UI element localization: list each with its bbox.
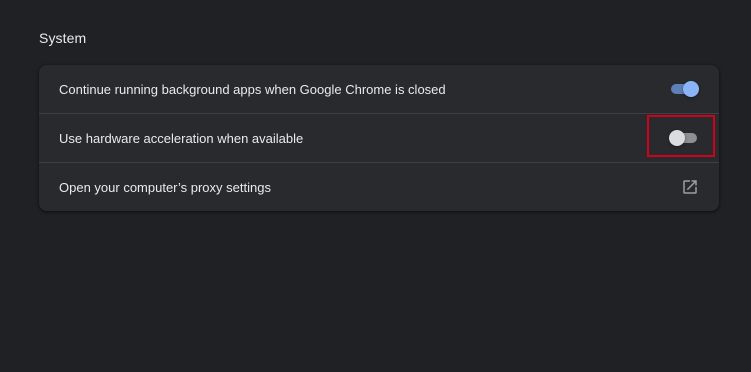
setting-label-background-apps: Continue running background apps when Go… xyxy=(59,81,446,97)
toggle-knob xyxy=(669,130,685,146)
system-settings-card: Continue running background apps when Go… xyxy=(39,65,719,211)
background-apps-toggle[interactable] xyxy=(669,81,699,97)
hardware-acceleration-toggle[interactable] xyxy=(669,130,699,146)
setting-row-background-apps[interactable]: Continue running background apps when Go… xyxy=(39,65,719,113)
toggle-knob xyxy=(683,81,699,97)
open-in-new-icon[interactable] xyxy=(681,178,699,196)
setting-row-proxy-settings[interactable]: Open your computer’s proxy settings xyxy=(39,162,719,211)
setting-row-hardware-acceleration[interactable]: Use hardware acceleration when available xyxy=(39,113,719,162)
section-title: System xyxy=(39,30,87,46)
setting-label-hardware-acceleration: Use hardware acceleration when available xyxy=(59,130,304,146)
setting-label-proxy-settings: Open your computer’s proxy settings xyxy=(59,179,271,195)
settings-page: System Continue running background apps … xyxy=(0,0,751,372)
